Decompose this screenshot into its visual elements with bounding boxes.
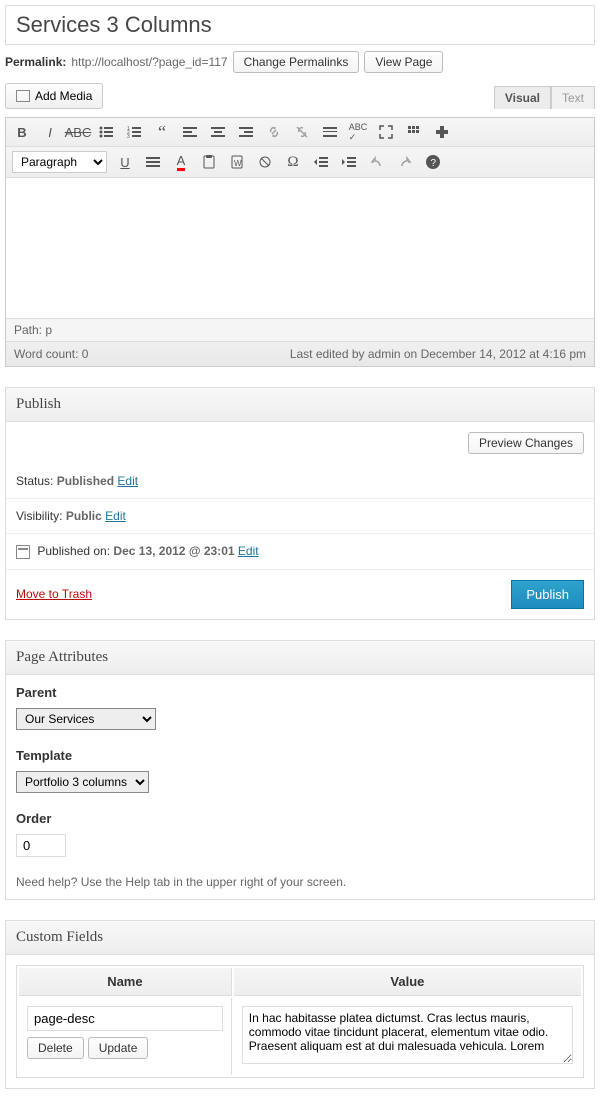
outdent-icon[interactable] [311,152,331,172]
permalink-url: http://localhost/?page_id=117 [71,55,227,69]
publish-actions: Move to Trash Publish [6,570,594,619]
italic-icon[interactable]: I [40,122,60,142]
pubdate-value: Dec 13, 2012 @ 23:01 [113,544,234,558]
last-edited: Last edited by admin on December 14, 201… [290,347,586,361]
editor-content-area[interactable] [6,178,594,318]
blockquote-icon[interactable]: “ [152,122,172,142]
pubdate-label: Published on: [37,544,110,558]
publish-panel: Publish Preview Changes Status: Publishe… [5,387,595,620]
change-permalinks-button[interactable]: Change Permalinks [233,51,360,73]
format-select[interactable]: Paragraph [12,151,107,173]
publish-heading: Publish [6,388,594,422]
cf-value-header: Value [234,968,581,996]
template-select[interactable]: Portfolio 3 columns [16,771,149,793]
number-list-icon[interactable]: 123 [124,122,144,142]
align-center-icon[interactable] [208,122,228,142]
remove-format-icon[interactable] [255,152,275,172]
tab-text[interactable]: Text [551,86,595,109]
tab-visual[interactable]: Visual [494,86,551,109]
align-left-icon[interactable] [180,122,200,142]
cf-name-input[interactable] [27,1006,223,1031]
paste-text-icon[interactable] [199,152,219,172]
cf-name-header: Name [19,968,232,996]
custom-fields-table: Name Value Delete Update In hac habitass… [16,965,584,1078]
preview-row: Preview Changes [6,422,594,464]
toolbar-row-1: B I ABC 123 “ ABC✓ [6,118,594,147]
table-row: Delete Update In hac habitasse platea di… [19,998,581,1075]
permalink-label: Permalink: [5,55,66,69]
fullscreen-icon[interactable] [376,122,396,142]
bold-icon[interactable]: B [12,122,32,142]
link-icon[interactable] [264,122,284,142]
toolbar-row-2: Paragraph U A W Ω ? [6,147,594,178]
visibility-label: Visibility: [16,509,62,523]
indent-icon[interactable] [339,152,359,172]
move-to-trash-link[interactable]: Move to Trash [16,587,92,601]
cf-update-button[interactable]: Update [88,1037,149,1059]
editor-tabs: Visual Text [494,86,595,109]
page-attributes-panel: Page Attributes Parent Our Services Temp… [5,640,595,900]
media-icon [16,90,30,102]
svg-text:?: ? [431,158,437,169]
view-page-button[interactable]: View Page [364,51,443,73]
status-value: Published [57,474,114,488]
help-icon[interactable]: ? [423,152,443,172]
undo-icon[interactable] [367,152,387,172]
order-label: Order [16,811,584,826]
underline-icon[interactable]: U [115,152,135,172]
edit-status-link[interactable]: Edit [117,474,138,488]
editor-status-bar: Word count: 0 Last edited by admin on De… [6,341,594,366]
cf-value-textarea[interactable]: In hac habitasse platea dictumst. Cras l… [242,1006,573,1064]
parent-label: Parent [16,685,584,700]
calendar-icon [16,545,30,559]
redo-icon[interactable] [395,152,415,172]
publish-button[interactable]: Publish [511,580,584,609]
bullet-list-icon[interactable] [96,122,116,142]
kitchen-sink-icon[interactable] [404,122,424,142]
edit-visibility-link[interactable]: Edit [105,509,126,523]
custom-fields-panel: Custom Fields Name Value Delete Update [5,920,595,1089]
status-label: Status: [16,474,53,488]
attributes-help-text: Need help? Use the Help tab in the upper… [16,875,584,889]
add-media-label: Add Media [35,89,92,103]
publish-date-row: Published on: Dec 13, 2012 @ 23:01 Edit [6,534,594,570]
attributes-heading: Page Attributes [6,641,594,675]
visibility-value: Public [66,509,102,523]
editor-path: Path: p [6,318,594,341]
media-tabs-row: Add Media Visual Text [0,83,600,117]
plugin-icon[interactable] [432,122,452,142]
add-media-button[interactable]: Add Media [5,83,103,109]
page-title[interactable]: Services 3 Columns [16,12,584,38]
template-label: Template [16,748,584,763]
unlink-icon[interactable] [292,122,312,142]
edit-date-link[interactable]: Edit [238,544,259,558]
special-char-icon[interactable]: Ω [283,152,303,172]
preview-changes-button[interactable]: Preview Changes [468,432,584,454]
text-color-icon[interactable]: A [171,152,191,172]
align-right-icon[interactable] [236,122,256,142]
permalink-row: Permalink: http://localhost/?page_id=117… [0,51,600,83]
spellcheck-icon[interactable]: ABC✓ [348,122,368,142]
parent-select[interactable]: Our Services [16,708,156,730]
status-row: Status: Published Edit [6,464,594,499]
svg-text:3: 3 [127,134,130,140]
editor-container: B I ABC 123 “ ABC✓ Paragraph U A W Ω ? P… [5,117,595,367]
title-container: Services 3 Columns [5,5,595,45]
paste-word-icon[interactable]: W [227,152,247,172]
more-icon[interactable] [320,122,340,142]
strikethrough-icon[interactable]: ABC [68,122,88,142]
visibility-row: Visibility: Public Edit [6,499,594,534]
custom-fields-heading: Custom Fields [6,921,594,955]
order-input[interactable] [16,834,66,857]
svg-text:W: W [234,159,242,168]
align-justify-icon[interactable] [143,152,163,172]
word-count: Word count: 0 [14,347,88,361]
cf-delete-button[interactable]: Delete [27,1037,84,1059]
